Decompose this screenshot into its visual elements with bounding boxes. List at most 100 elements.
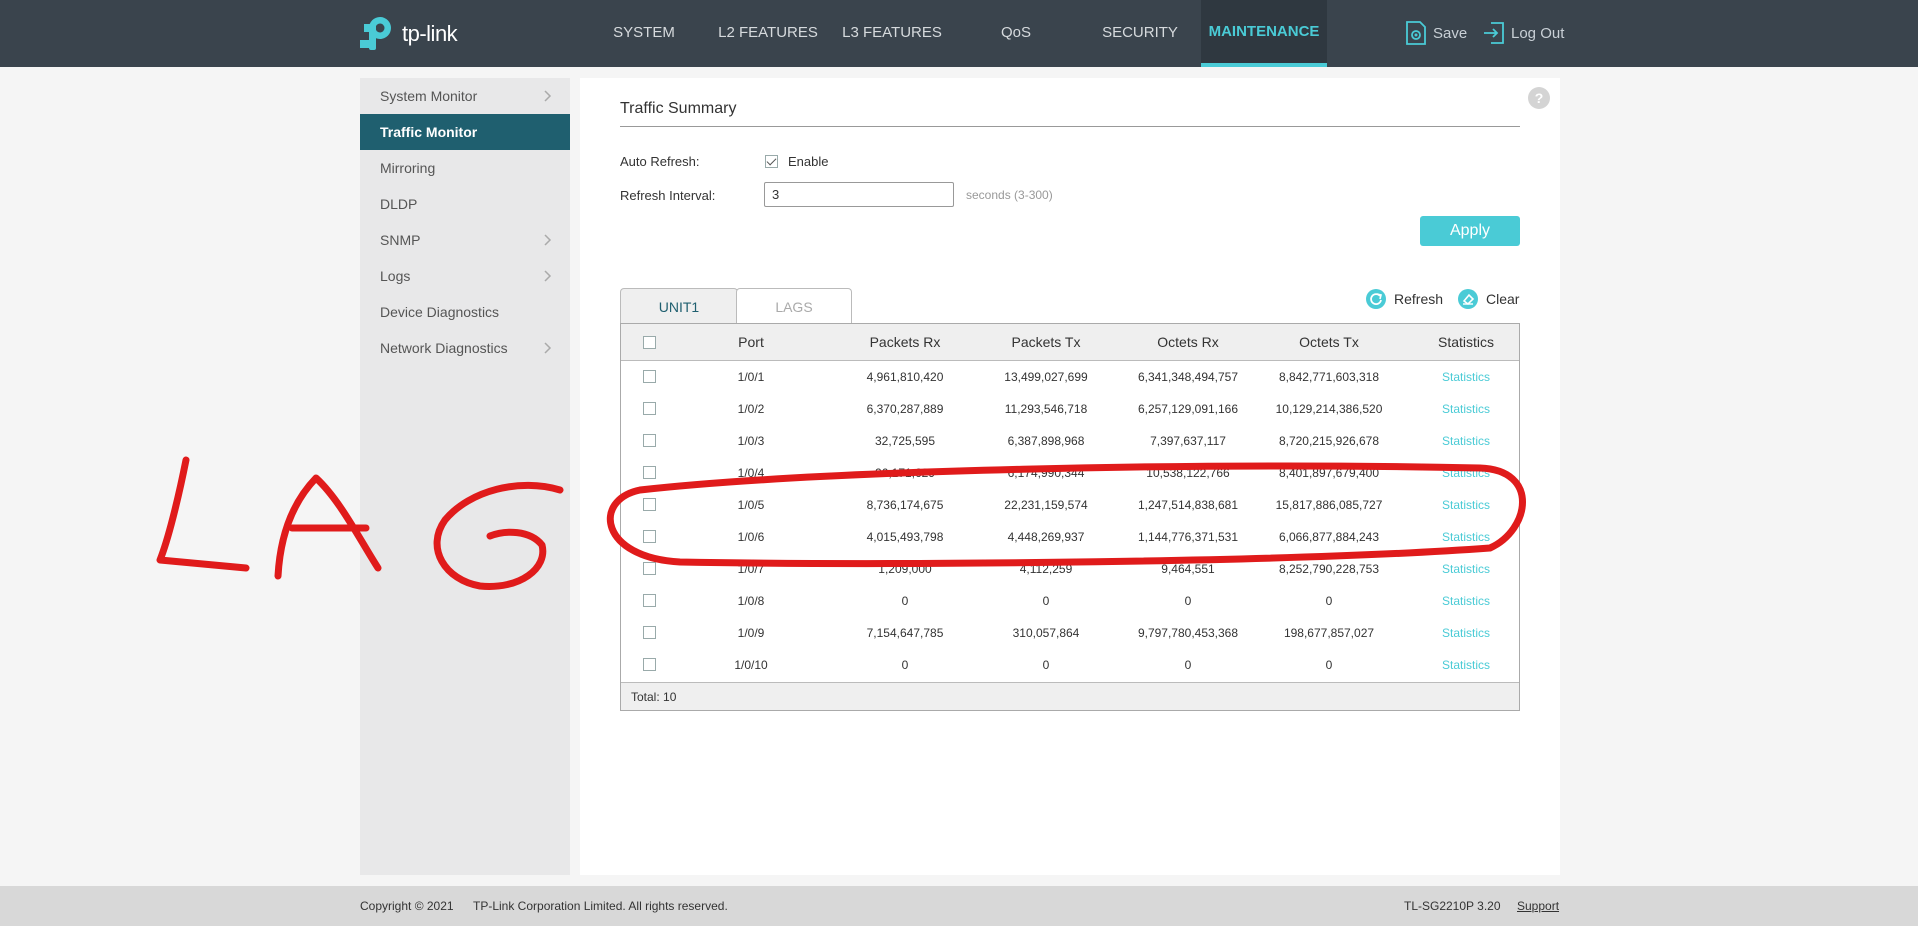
table-row[interactable]: 1/0/6 4,015,493,798 4,448,269,937 1,144,776… [621,521,1519,553]
packets-tx-cell: 13,499,027,699 [1004,370,1088,384]
chevron-right-icon [544,90,552,102]
tp-link-logo[interactable]: tp-link [358,14,458,54]
table-row[interactable]: 1/0/7 1,209,000 4,112,259 9,464,551 8,252,79… [621,553,1519,585]
nav-l3-features[interactable]: L3 FEATURES [840,0,944,67]
logout-button[interactable]: Log Out [1482,20,1564,46]
packets-rx-cell: 0 [901,658,909,672]
logo-text: tp-link [402,21,458,46]
column-header-packets-tx[interactable]: Packets Tx [971,324,1121,361]
statistics-link[interactable]: Statistics [1411,361,1521,393]
logout-label: Log Out [1511,24,1565,42]
port-cell: 1/0/7 [737,562,765,576]
apply-button[interactable]: Apply [1420,216,1520,246]
refresh-button[interactable]: Refresh [1366,288,1443,310]
row-checkbox[interactable] [643,466,656,479]
auto-refresh-checkbox[interactable] [765,155,778,168]
sidebar-item-traffic-monitor[interactable]: Traffic Monitor [360,114,570,150]
octets-tx-cell: 0 [1325,658,1333,672]
statistics-link[interactable]: Statistics [1411,553,1521,585]
statistics-link[interactable]: Statistics [1411,521,1521,553]
octets-tx-cell: 6,066,877,884,243 [1278,530,1380,544]
statistics-link[interactable]: Statistics [1411,585,1521,617]
sidebar-item-logs[interactable]: Logs [360,258,570,294]
sidebar-item-label: Logs [380,268,411,284]
octets-rx-cell: 7,397,637,117 [1150,434,1226,448]
statistics-link[interactable]: Statistics [1411,649,1521,681]
nav-system[interactable]: SYSTEM [600,0,688,67]
sidebar-item-label: Mirroring [380,160,436,176]
nav-qos[interactable]: QoS [980,0,1052,67]
packets-tx-cell: 0 [1042,594,1050,608]
statistics-link[interactable]: Statistics [1411,393,1521,425]
traffic-table: Port Packets Rx Packets Tx Octets Rx Oct… [620,323,1520,711]
octets-rx-cell: 1,247,514,838,681 [1137,498,1239,512]
statistics-link[interactable]: Statistics [1411,617,1521,649]
sidebar-item-snmp[interactable]: SNMP [360,222,570,258]
column-header-packets-rx[interactable]: Packets Rx [830,324,980,361]
enable-label: Enable [788,154,829,169]
statistics-link[interactable]: Statistics [1411,489,1521,521]
table-row[interactable]: 1/0/1 4,961,810,420 13,499,027,699 6,341,34… [621,361,1519,393]
top-header: tp-link SYSTEM L2 FEATURES L3 FEATURES Q… [0,0,1918,67]
row-checkbox[interactable] [643,594,656,607]
section-divider [620,126,1520,127]
sidebar-item-dldp[interactable]: DLDP [360,186,570,222]
help-icon[interactable]: ? [1528,87,1550,109]
row-checkbox[interactable] [643,626,656,639]
row-checkbox[interactable] [643,370,656,383]
packets-tx-cell: 310,057,864 [1012,626,1080,640]
port-cell: 1/0/6 [737,530,765,544]
sidebar-item-label: Network Diagnostics [380,340,508,356]
row-checkbox[interactable] [643,530,656,543]
row-checkbox[interactable] [643,434,656,447]
column-header-octets-rx[interactable]: Octets Rx [1113,324,1263,361]
select-all-checkbox[interactable] [643,336,656,349]
packets-rx-cell: 8,736,174,675 [866,498,944,512]
company-text: TP-Link Corporation Limited. All rights … [473,899,728,913]
statistics-link[interactable]: Statistics [1411,425,1521,457]
port-cell: 1/0/2 [737,402,765,416]
sidebar-item-label: SNMP [380,232,421,248]
tab-lags[interactable]: LAGS [736,288,852,325]
octets-tx-cell: 8,720,215,926,678 [1278,434,1380,448]
table-row[interactable]: 1/0/8 0 0 0 0 Statistics [621,585,1519,617]
nav-security[interactable]: SECURITY [1092,0,1188,67]
sidebar-item-label: System Monitor [380,88,478,104]
row-checkbox[interactable] [643,658,656,671]
model-text: TL-SG2210P 3.20 [1404,899,1501,913]
column-header-octets-tx[interactable]: Octets Tx [1254,324,1404,361]
packets-rx-cell: 0 [901,594,909,608]
sidebar-item-device-diagnostics[interactable]: Device Diagnostics [360,294,570,330]
sidebar-item-mirroring[interactable]: Mirroring [360,150,570,186]
table-row[interactable]: 1/0/9 7,154,647,785 310,057,864 9,797,780,4… [621,617,1519,649]
packets-tx-cell: 11,293,546,718 [1004,402,1088,416]
statistics-link[interactable]: Statistics [1411,457,1521,489]
table-row[interactable]: 1/0/5 8,736,174,675 22,231,159,574 1,247,51… [621,489,1519,521]
nav-maintenance[interactable]: MAINTENANCE [1201,0,1327,67]
save-button[interactable]: Save [1404,20,1467,46]
support-link[interactable]: Support [1517,899,1559,913]
sidebar-item-network-diagnostics[interactable]: Network Diagnostics [360,330,570,366]
row-checkbox[interactable] [643,562,656,575]
column-header-port[interactable]: Port [701,324,801,361]
octets-tx-cell: 8,401,897,679,400 [1278,466,1380,480]
port-cell: 1/0/8 [737,594,765,608]
row-checkbox[interactable] [643,402,656,415]
octets-rx-cell: 9,797,780,453,368 [1137,626,1239,640]
table-row[interactable]: 1/0/3 32,725,595 6,387,898,968 7,397,637,11… [621,425,1519,457]
table-row[interactable]: 1/0/4 26,171,629 6,174,990,344 10,538,122,7… [621,457,1519,489]
octets-tx-cell: 198,677,857,027 [1283,626,1375,640]
tab-unit1[interactable]: UNIT1 [620,288,738,325]
nav-l2-features[interactable]: L2 FEATURES [716,0,820,67]
sidebar-item-system-monitor[interactable]: System Monitor [360,78,570,114]
table-row[interactable]: 1/0/2 6,370,287,889 11,293,546,718 6,257,12… [621,393,1519,425]
copyright-text: Copyright © 2021 [360,899,454,913]
refresh-interval-input[interactable] [764,182,954,207]
auto-refresh-label: Auto Refresh: [620,154,700,169]
port-cell: 1/0/9 [737,626,765,640]
table-row[interactable]: 1/0/10 0 0 0 0 Statistics [621,649,1519,681]
clear-button[interactable]: Clear [1458,288,1519,310]
row-checkbox[interactable] [643,498,656,511]
auto-refresh-toggle[interactable]: Enable [765,154,828,169]
packets-tx-cell: 22,231,159,574 [1004,498,1088,512]
